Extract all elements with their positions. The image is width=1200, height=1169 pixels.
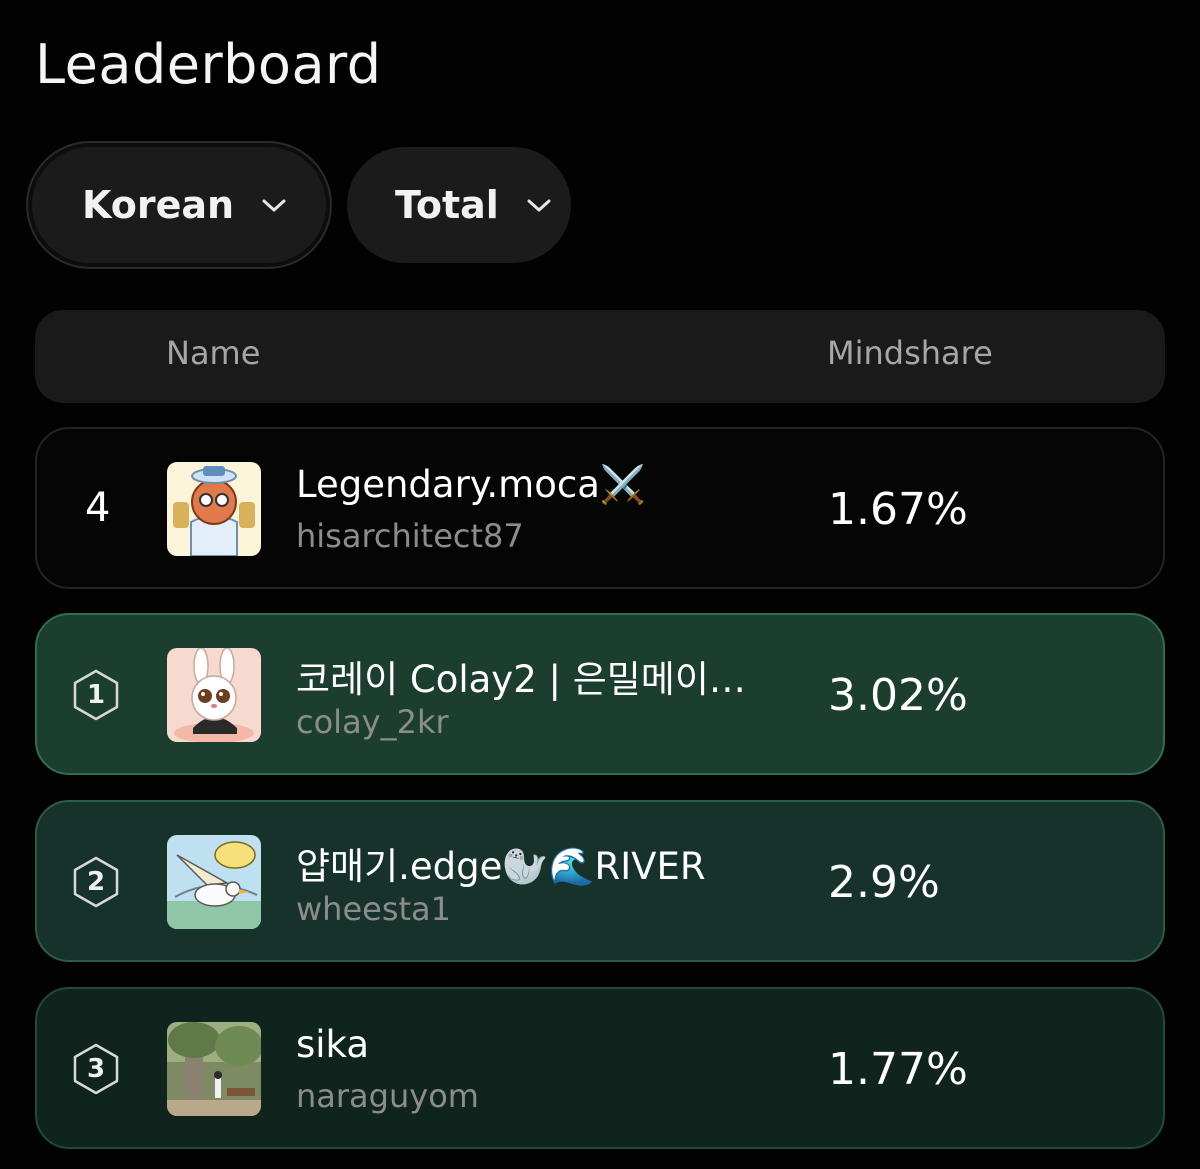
column-header-name[interactable]: Name (166, 334, 260, 372)
user-handle: hisarchitect87 (296, 517, 524, 555)
user-handle: wheesta1 (296, 890, 452, 928)
leaderboard-row[interactable]: 1 코레이 Colay2 | 은밀메이… colay_2kr 3.02% (35, 613, 1165, 775)
mindshare-value: 1.67% (828, 484, 968, 535)
avatar (167, 1022, 261, 1116)
rank-badge: 3 (69, 1042, 123, 1096)
table-header: Name Mindshare (35, 310, 1165, 403)
user-handle: naraguyom (296, 1077, 479, 1115)
user-handle: colay_2kr (296, 703, 449, 741)
chevron-down-icon (525, 195, 553, 215)
rank-number: 2 (86, 867, 106, 897)
period-filter-label: Total (395, 183, 499, 227)
leaderboard-row[interactable]: 3 sika naraguyom 1.77% (35, 987, 1165, 1149)
display-name: sika (296, 1023, 370, 1066)
language-filter-label: Korean (82, 183, 235, 227)
column-header-mindshare[interactable]: Mindshare (827, 334, 993, 372)
current-user-row[interactable]: 4 Legendary.moca⚔️ hisarchitect87 1.67% (35, 427, 1165, 589)
avatar (167, 648, 261, 742)
rank-number: 4 (85, 485, 111, 531)
avatar (167, 462, 261, 556)
chevron-down-icon (260, 195, 288, 215)
rank-badge: 1 (69, 668, 123, 722)
mindshare-value: 1.77% (828, 1044, 968, 1095)
page-title: Leaderboard (35, 33, 382, 96)
display-name: 얍매기.edge🦭🌊RIVER (296, 845, 706, 888)
rank-badge: 2 (69, 855, 123, 909)
avatar (167, 835, 261, 929)
rank-number: 3 (86, 1054, 106, 1084)
display-name: Legendary.moca⚔️ (296, 463, 646, 506)
leaderboard-page: Leaderboard Korean Total Name Mindshare … (0, 0, 1200, 1169)
period-filter-dropdown[interactable]: Total (347, 147, 571, 263)
mindshare-value: 3.02% (828, 670, 968, 721)
display-name: 코레이 Colay2 | 은밀메이… (296, 658, 746, 701)
language-filter-dropdown[interactable]: Korean (32, 147, 326, 263)
leaderboard-row[interactable]: 2 얍매기.edge🦭🌊RIVER wheesta1 2.9% (35, 800, 1165, 962)
mindshare-value: 2.9% (828, 857, 940, 908)
rank-number: 1 (86, 680, 106, 710)
